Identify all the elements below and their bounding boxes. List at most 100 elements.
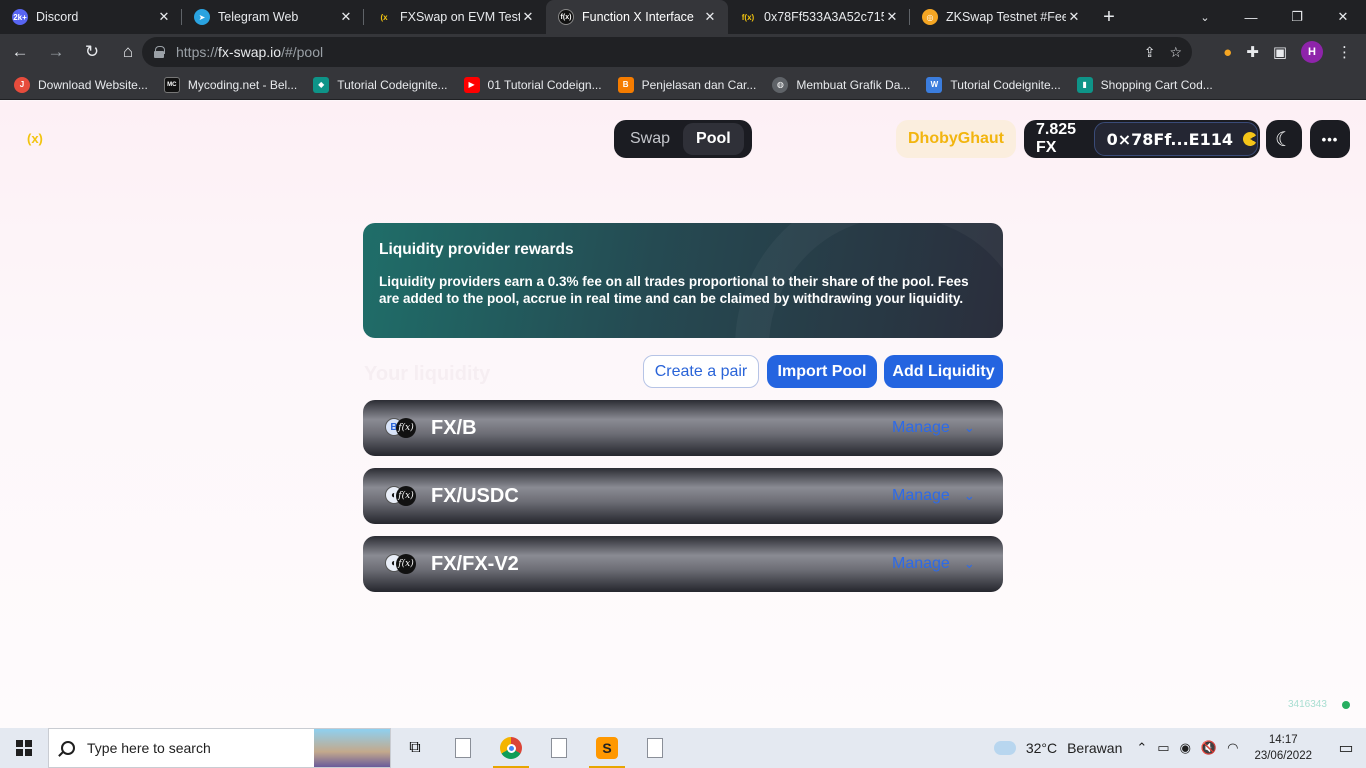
manage-button[interactable]: Manage ⌄ — [892, 487, 975, 505]
home-icon[interactable]: ⌂ — [112, 36, 144, 68]
pool-row-fx-b[interactable]: B f(x) FX/B Manage ⌄ — [363, 400, 1003, 456]
manage-button[interactable]: Manage ⌄ — [892, 419, 975, 437]
add-liquidity-button[interactable]: Add Liquidity — [884, 355, 1003, 388]
bookmark-item[interactable]: J Download Website... — [14, 76, 148, 93]
minimize-button[interactable]: — — [1228, 0, 1274, 34]
import-pool-button[interactable]: Import Pool — [767, 355, 877, 388]
nav-swap[interactable]: Swap — [617, 123, 683, 155]
clock[interactable]: 14:17 23/06/2022 — [1254, 732, 1312, 764]
profile-avatar[interactable]: H — [1301, 41, 1323, 63]
chrome-icon — [500, 737, 522, 759]
taskbar-file-app[interactable] — [439, 728, 487, 768]
task-view-icon: ⧉ — [409, 739, 421, 756]
theme-toggle-button[interactable]: ☾ — [1266, 120, 1302, 158]
url-scheme: https:// — [176, 44, 219, 60]
manage-label: Manage — [892, 419, 950, 436]
bookmark-item[interactable]: ◍ Membuat Grafik Da... — [772, 76, 910, 93]
bookmark-item[interactable]: B Penjelasan dan Car... — [617, 76, 757, 93]
close-window-button[interactable]: ✕ — [1320, 0, 1366, 34]
close-tab-icon[interactable]: ✕ — [1066, 9, 1082, 25]
taskbar-search-box[interactable]: Type here to search — [48, 728, 391, 768]
liquidity-rewards-banner: Liquidity provider rewards Liquidity pro… — [363, 223, 1003, 338]
pair-token-icons: ◐ f(x) — [385, 485, 419, 507]
tab-zkswap[interactable]: ◎ ZKSwap Testnet #Feed ✕ — [910, 0, 1092, 34]
wallet-address-button[interactable]: 0×78Ff...E114 — [1093, 122, 1260, 156]
address-bar[interactable]: https://fx-swap.io/#/pool ⇪ ☆ — [142, 37, 1192, 67]
banner-title: Liquidity provider rewards — [379, 241, 574, 258]
more-options-button[interactable]: ••• — [1310, 120, 1350, 158]
network-badge[interactable]: DhobyGhaut — [896, 120, 1016, 158]
pair-token-icons: B f(x) — [385, 417, 419, 439]
bookmark-item[interactable]: W Tutorial Codeignite... — [926, 76, 1061, 93]
restore-button[interactable]: ❐ — [1274, 0, 1320, 34]
taskbar-file-app[interactable] — [631, 728, 679, 768]
bookmark-label: 01 Tutorial Codeign... — [487, 77, 602, 92]
close-tab-icon[interactable]: ✕ — [156, 9, 172, 25]
taskbar-sublime-text[interactable]: S — [583, 728, 631, 768]
more-dots-icon: ••• — [1321, 131, 1339, 147]
system-tray: 32°C Berawan ⌃ ▭ ◉ 🔇 ◠ 14:17 23/06/2022 … — [993, 728, 1366, 768]
bookmark-favicon-icon: ◆ — [313, 76, 330, 93]
pool-row-fx-usdc[interactable]: ◐ f(x) FX/USDC Manage ⌄ — [363, 468, 1003, 524]
share-icon[interactable]: ⇪ — [1144, 44, 1156, 61]
taskbar-chrome[interactable] — [487, 728, 535, 768]
wifi-icon[interactable]: ◠ — [1227, 740, 1238, 756]
side-panel-icon[interactable]: ▣ — [1273, 43, 1287, 61]
lightbulb-extension-icon[interactable]: ● — [1223, 44, 1232, 61]
speaker-muted-icon[interactable]: 🔇 — [1201, 740, 1217, 756]
start-button[interactable] — [0, 728, 48, 768]
fx-token-icon: f(x) — [396, 418, 416, 438]
nav-pool[interactable]: Pool — [683, 123, 744, 155]
close-tab-icon[interactable]: ✕ — [702, 9, 718, 25]
notification-icon[interactable]: ▭ — [1326, 738, 1366, 758]
tab-function-x-interface[interactable]: f(x) Function X Interface ✕ — [546, 0, 728, 34]
back-arrow-icon[interactable]: ← — [4, 36, 36, 68]
tab-fxswap[interactable]: (x FXSwap on EVM Testn ✕ — [364, 0, 546, 34]
close-tab-icon[interactable]: ✕ — [520, 9, 536, 25]
windows-logo-icon — [16, 740, 32, 756]
extensions-puzzle-icon[interactable]: ✚ — [1246, 43, 1259, 61]
bookmark-item[interactable]: ▮ Shopping Cart Cod... — [1076, 76, 1213, 93]
fx-logo[interactable]: (x) — [27, 131, 43, 146]
pair-name: FX/B — [431, 416, 477, 439]
pool-row-fx-fx-v2[interactable]: ◐ f(x) FX/FX-V2 Manage ⌄ — [363, 536, 1003, 592]
account-widget: 7.825 FX 0×78Ff...E114 — [1024, 120, 1260, 158]
sublime-text-icon: S — [596, 737, 618, 759]
tab-search-icon[interactable]: ⌄ — [1190, 0, 1220, 34]
cloud-weather-icon — [993, 741, 1016, 755]
bookmark-item[interactable]: MC Mycoding.net - Bel... — [163, 76, 297, 93]
new-tab-button[interactable]: + — [1092, 0, 1126, 34]
browser-menu-icon[interactable]: ⋮ — [1337, 43, 1352, 61]
clock-time: 14:17 — [1268, 734, 1298, 746]
tab-address[interactable]: f(x) 0x78Ff533A3A52c715‹ ✕ — [728, 0, 910, 34]
bookmark-favicon-icon: MC — [163, 76, 180, 93]
close-tab-icon[interactable]: ✕ — [338, 9, 354, 25]
tab-telegram[interactable]: ➤ Telegram Web ✕ — [182, 0, 364, 34]
bookmark-star-icon[interactable]: ☆ — [1169, 44, 1182, 61]
reload-icon[interactable]: ↻ — [76, 36, 108, 68]
bookmark-item[interactable]: ▶ 01 Tutorial Codeign... — [463, 76, 602, 93]
camera-icon[interactable]: ◉ — [1180, 740, 1191, 756]
close-tab-icon[interactable]: ✕ — [884, 9, 900, 25]
lock-icon[interactable] — [154, 46, 165, 58]
url-path: /#/pool — [281, 44, 324, 60]
chevron-up-icon[interactable]: ⌃ — [1136, 740, 1147, 756]
tab-discord[interactable]: 2k+ Discord ✕ — [0, 0, 182, 34]
taskbar-file-app[interactable] — [535, 728, 583, 768]
blogger-icon: B — [617, 76, 634, 93]
block-number[interactable]: 3416343 — [1288, 699, 1327, 710]
tab-title: ZKSwap Testnet #Feed — [946, 10, 1066, 24]
manage-button[interactable]: Manage ⌄ — [892, 555, 975, 573]
pair-name: FX/USDC — [431, 484, 519, 507]
bookmark-label: Tutorial Codeignite... — [337, 77, 448, 92]
battery-icon[interactable]: ▭ — [1157, 740, 1169, 756]
bookmark-label: Penjelasan dan Car... — [641, 77, 757, 92]
task-view-button[interactable]: ⧉ — [391, 728, 439, 768]
wallet-identicon-icon — [1240, 129, 1260, 149]
bookmark-item[interactable]: ◆ Tutorial Codeignite... — [313, 76, 448, 93]
create-pair-button[interactable]: Create a pair — [643, 355, 759, 388]
weather-widget[interactable]: 32°C Berawan — [993, 740, 1122, 756]
discord-favicon-icon: 2k+ — [12, 9, 28, 25]
forward-arrow-icon[interactable]: → — [40, 36, 72, 68]
tab-title: FXSwap on EVM Testn — [400, 10, 520, 24]
